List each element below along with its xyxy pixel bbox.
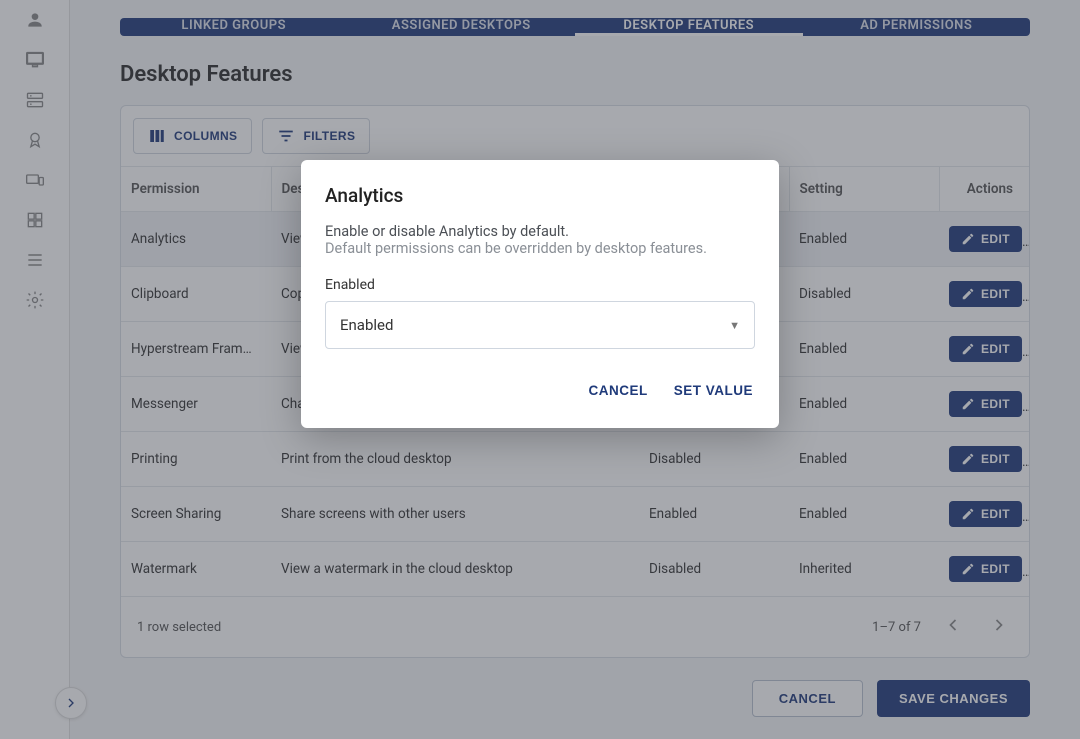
enabled-select[interactable]: Enabled ▼ — [325, 301, 755, 349]
select-value: Enabled — [340, 316, 393, 334]
modal-field-label: Enabled — [325, 277, 755, 293]
modal-cancel-button[interactable]: CANCEL — [586, 377, 649, 404]
analytics-modal: Analytics Enable or disable Analytics by… — [301, 160, 779, 428]
modal-subdescription: Default permissions can be overridden by… — [325, 240, 755, 257]
modal-set-value-button[interactable]: SET VALUE — [672, 377, 755, 404]
caret-down-icon: ▼ — [729, 319, 740, 332]
modal-title: Analytics — [325, 184, 755, 207]
modal-overlay[interactable]: Analytics Enable or disable Analytics by… — [0, 0, 1080, 739]
modal-actions: CANCEL SET VALUE — [325, 377, 755, 404]
modal-description: Enable or disable Analytics by default. — [325, 223, 755, 240]
